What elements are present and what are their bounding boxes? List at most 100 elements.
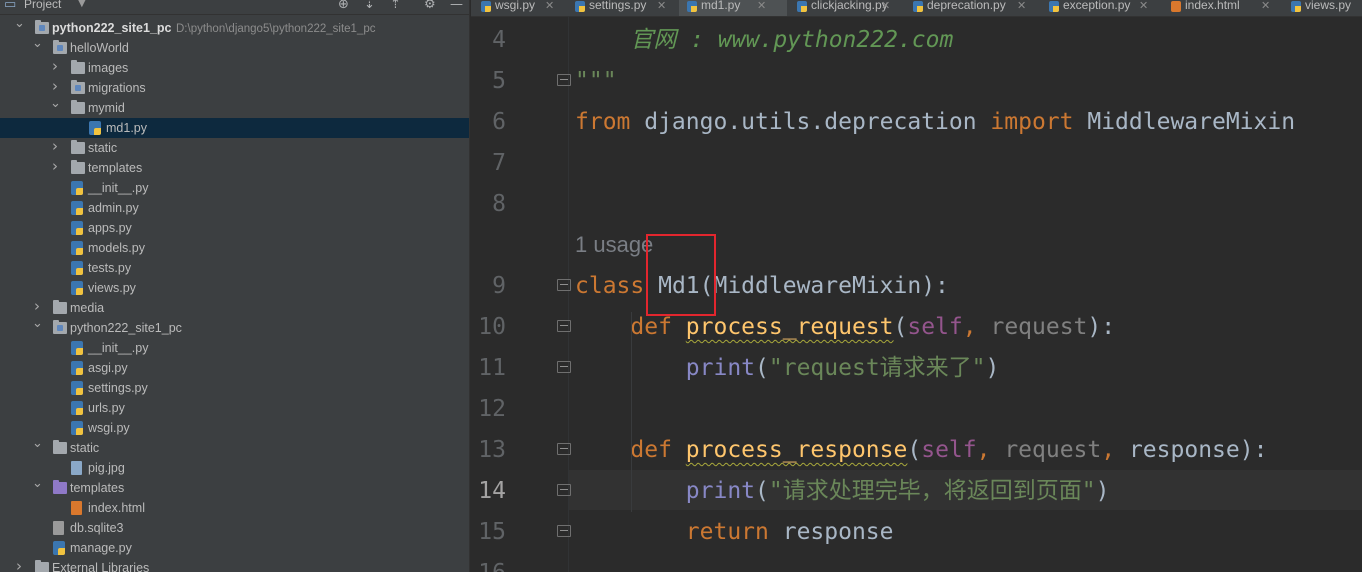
python-file-icon <box>71 221 83 235</box>
code-editor[interactable]: wsgi.py ✕ settings.py ✕ md1.py ✕ clickjacking.… <box>471 0 1362 572</box>
code-line[interactable]: 官网 : www.python222.com <box>575 25 953 55</box>
tree-item[interactable]: › External Libraries <box>0 558 469 572</box>
editor-tab[interactable]: clickjacking.py ✕ <box>789 0 903 16</box>
code-token: ) <box>1095 478 1110 504</box>
tree-item-label: python222_site1_pc <box>70 321 182 335</box>
collapse-all-icon[interactable]: ⇡ <box>390 0 401 12</box>
tree-item[interactable]: db.sqlite3 <box>0 518 469 538</box>
chevron-right-icon[interactable]: › <box>50 159 60 174</box>
tree-item[interactable]: md1.py <box>0 118 469 138</box>
code-token: def <box>630 437 672 463</box>
fold-marker-icon[interactable] <box>557 443 571 455</box>
folder-icon <box>71 160 85 174</box>
chevron-down-icon[interactable]: ▼ <box>78 0 86 9</box>
tree-item[interactable]: › static <box>0 138 469 158</box>
tree-item[interactable]: › images <box>0 58 469 78</box>
editor-tab[interactable]: exception.py ✕ <box>1041 0 1161 16</box>
chevron-down-icon[interactable]: ⌄ <box>32 437 43 451</box>
code-token: ( <box>907 437 922 463</box>
close-icon[interactable]: ✕ <box>545 0 554 12</box>
usage-inlay-hint[interactable]: 1 usage <box>575 230 653 260</box>
code-token: process_request <box>685 314 894 340</box>
expand-all-icon[interactable]: ⇣ <box>364 0 375 12</box>
close-icon[interactable]: ✕ <box>1261 0 1270 12</box>
chevron-down-icon[interactable]: ⌄ <box>50 97 61 111</box>
tree-item[interactable]: › templates <box>0 158 469 178</box>
tree-item-label: manage.py <box>70 541 132 555</box>
code-line[interactable]: class Md1(MiddlewareMixin): <box>575 271 949 301</box>
hide-panel-icon[interactable]: — <box>450 0 463 12</box>
tree-item[interactable]: index.html <box>0 498 469 518</box>
code-token: request <box>990 314 1088 340</box>
fold-marker-icon[interactable] <box>557 525 571 537</box>
line-number: 13 <box>478 437 506 463</box>
code-token: , <box>962 314 991 340</box>
close-icon[interactable]: ✕ <box>1139 0 1148 12</box>
gear-icon[interactable]: ⚙ <box>424 0 436 12</box>
library-icon <box>35 560 49 572</box>
tree-item[interactable]: ⌄ mymid <box>0 97 469 118</box>
tree-item[interactable]: ⌄ templates <box>0 477 469 498</box>
chevron-right-icon[interactable]: › <box>50 139 60 154</box>
chevron-right-icon[interactable]: › <box>50 79 60 94</box>
chevron-down-icon[interactable]: ⌄ <box>32 317 43 331</box>
editor-tab[interactable]: deprecation.py ✕ <box>905 0 1039 16</box>
tree-item[interactable]: urls.py <box>0 398 469 418</box>
close-icon[interactable]: ✕ <box>757 0 766 12</box>
chevron-down-icon[interactable]: ⌄ <box>32 477 43 491</box>
editor-tab-label: wsgi.py <box>495 0 536 12</box>
code-line[interactable]: return response <box>575 517 894 547</box>
close-icon[interactable]: ✕ <box>881 0 890 12</box>
fold-marker-icon[interactable] <box>557 361 571 373</box>
close-icon[interactable]: ✕ <box>657 0 666 12</box>
editor-tab[interactable]: views.py <box>1283 0 1362 16</box>
editor-tab[interactable]: index.html ✕ <box>1163 0 1281 16</box>
project-title[interactable]: Project <box>24 0 61 11</box>
chevron-right-icon[interactable]: › <box>32 299 42 314</box>
tree-item[interactable]: manage.py <box>0 538 469 558</box>
tree-item[interactable]: apps.py <box>0 218 469 238</box>
tree-item[interactable]: views.py <box>0 278 469 298</box>
chevron-down-icon[interactable]: ⌄ <box>32 37 43 51</box>
chevron-right-icon[interactable]: › <box>14 559 24 572</box>
code-line[interactable]: print("请求处理完毕，将返回到页面") <box>575 476 1110 506</box>
code-line[interactable]: print("request请求来了") <box>575 353 1000 383</box>
tree-item[interactable]: ⌄ python222_site1_pc <box>0 317 469 338</box>
tree-item-label: media <box>70 301 105 315</box>
tree-item[interactable]: ⌄ helloWorld <box>0 37 469 58</box>
code-line[interactable]: def process_request(self, request): <box>575 312 1115 342</box>
tree-item[interactable]: pig.jpg <box>0 458 469 478</box>
locate-icon[interactable]: ⊕ <box>338 0 349 12</box>
image-file-icon <box>71 461 82 475</box>
tree-item[interactable]: ⌄ static <box>0 437 469 458</box>
tree-item[interactable]: asgi.py <box>0 358 469 378</box>
editor-tab-label: exception.py <box>1063 0 1131 12</box>
editor-tab[interactable]: wsgi.py ✕ <box>473 0 565 16</box>
tree-item[interactable]: settings.py <box>0 378 469 398</box>
editor-tab[interactable]: md1.py ✕ <box>679 0 787 16</box>
python-file-icon <box>71 281 83 295</box>
fold-marker-icon[interactable] <box>557 279 571 291</box>
chevron-right-icon[interactable]: › <box>50 59 60 74</box>
editor-tab[interactable]: settings.py ✕ <box>567 0 677 16</box>
fold-marker-icon[interactable] <box>557 74 571 86</box>
code-line[interactable]: """ <box>575 66 617 96</box>
tree-item[interactable]: models.py <box>0 238 469 258</box>
code-line[interactable]: from django.utils.deprecation import Mid… <box>575 107 1295 137</box>
tree-item[interactable]: __init__.py <box>0 178 469 198</box>
tree-item[interactable]: › media <box>0 298 469 318</box>
tree-item[interactable]: __init__.py <box>0 338 469 358</box>
tree-item-label: db.sqlite3 <box>70 521 124 535</box>
tree-item-label: mymid <box>88 101 125 115</box>
tree-item[interactable]: admin.py <box>0 198 469 218</box>
fold-marker-icon[interactable] <box>557 484 571 496</box>
chevron-down-icon[interactable]: ⌄ <box>14 17 25 31</box>
tree-item[interactable]: › migrations <box>0 78 469 98</box>
tree-item[interactable]: ⌄ python222_site1_pc D:\python\django5\pyt… <box>0 17 469 38</box>
tree-item[interactable]: wsgi.py <box>0 418 469 438</box>
close-icon[interactable]: ✕ <box>1017 0 1026 12</box>
tree-item[interactable]: tests.py <box>0 258 469 278</box>
fold-marker-icon[interactable] <box>557 320 571 332</box>
code-line[interactable]: def process_response(self, request, resp… <box>575 435 1267 465</box>
project-panel-header: ▭ Project ▼ ⊕ ⇣ ⇡ ⚙ — <box>0 0 469 15</box>
